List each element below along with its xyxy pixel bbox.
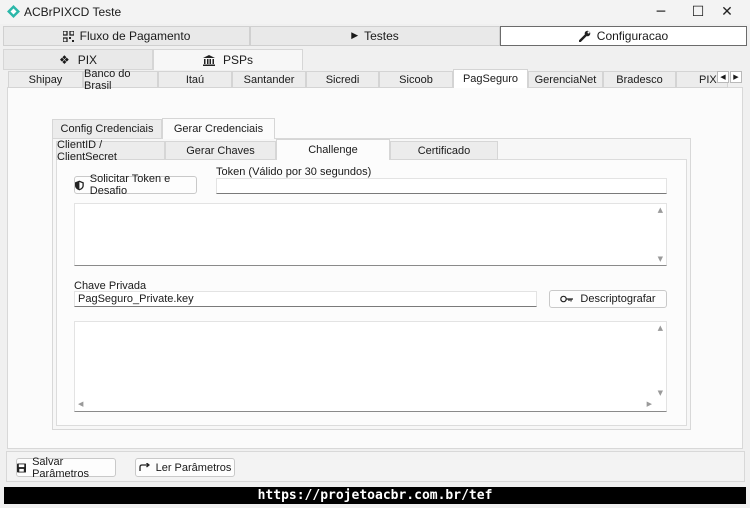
psp-tab-sicredi[interactable]: Sicredi xyxy=(306,71,379,88)
tab-gerar-credenciais[interactable]: Gerar Credenciais xyxy=(162,118,275,139)
shield-icon xyxy=(75,180,84,190)
wrench-icon xyxy=(578,30,591,42)
ler-parametros-button[interactable]: Ler Parâmetros xyxy=(135,458,235,477)
tab-label: Sicoob xyxy=(399,73,433,86)
tab-label: Banco do Brasil xyxy=(84,67,131,92)
tab-label: Gerar Credenciais xyxy=(173,123,264,135)
tab-gerar-chaves[interactable]: Gerar Chaves xyxy=(165,141,276,160)
scroll-left-icon[interactable]: ◀ xyxy=(78,400,83,408)
psp-tab-pagseguro[interactable]: PagSeguro xyxy=(453,69,528,88)
decrypted-memo[interactable]: ▲ ▼ ◀ ▶ xyxy=(74,321,667,412)
tab-label: Challenge xyxy=(308,144,358,156)
tab-label: Certificado xyxy=(417,144,471,157)
bank-icon xyxy=(202,54,215,66)
return-arrow-icon xyxy=(138,463,150,471)
tab-label: Configuracao xyxy=(596,29,669,43)
psp-tab-santander[interactable]: Santander xyxy=(232,71,306,88)
tab-label: Santander xyxy=(243,73,295,86)
tab-clientid-clientsecret[interactable]: ClientID / ClientSecret xyxy=(56,138,165,163)
tab-certificado[interactable]: Certificado xyxy=(390,141,498,160)
scroll-right-icon[interactable]: ▶ xyxy=(647,400,652,408)
save-icon xyxy=(17,462,27,473)
button-label: Ler Parâmetros xyxy=(155,461,232,474)
tab-scroll-right[interactable]: ▶ xyxy=(730,71,742,83)
tab-label: Sicredi xyxy=(325,73,360,86)
app-logo-icon xyxy=(7,5,20,18)
tab-scroll-left[interactable]: ◀ xyxy=(717,71,729,83)
scroll-up-icon[interactable]: ▲ xyxy=(658,206,663,214)
tab-configuracao[interactable]: Configuracao xyxy=(500,26,747,46)
psp-tab-banco-do-brasil[interactable]: Banco do Brasil xyxy=(83,68,158,92)
psp-tab-sicoob[interactable]: Sicoob xyxy=(379,71,453,88)
button-label: Descriptografar xyxy=(580,293,656,305)
tab-label: Bradesco xyxy=(616,73,663,86)
arrow-left-icon: ◀ xyxy=(720,73,726,81)
footer-link[interactable]: https://projetoacbr.com.br/tef xyxy=(4,487,746,504)
footer-text: https://projetoacbr.com.br/tef xyxy=(257,488,493,503)
tab-psps[interactable]: PSPs xyxy=(153,49,303,70)
scroll-down-icon[interactable]: ▼ xyxy=(658,389,663,397)
tab-label: Testes xyxy=(364,29,399,43)
solicitar-token-button[interactable]: Solicitar Token e Desafio xyxy=(74,173,197,197)
tab-label: PagSeguro xyxy=(462,73,519,85)
psp-tab-shipay[interactable]: Shipay xyxy=(8,71,83,88)
bottom-toolbar xyxy=(6,451,745,482)
tab-label: PSPs xyxy=(222,53,253,67)
tab-testes[interactable]: ▶ Testes xyxy=(250,26,500,46)
psp-tab-gerencianet[interactable]: GerenciaNet xyxy=(528,71,603,88)
close-button[interactable]: ✕ xyxy=(704,0,750,24)
button-label: Salvar Parâmetros xyxy=(32,455,89,480)
minimize-icon: ─ xyxy=(656,4,666,20)
tab-label: ClientID / ClientSecret xyxy=(57,138,117,163)
token-input[interactable] xyxy=(216,178,667,194)
challenge-memo[interactable]: ▲ ▼ xyxy=(74,203,667,266)
salvar-parametros-button[interactable]: Salvar Parâmetros xyxy=(16,455,116,480)
scroll-down-icon[interactable]: ▼ xyxy=(658,255,663,263)
tab-fluxo-pagamento[interactable]: Fluxo de Pagamento xyxy=(3,26,250,46)
tab-challenge[interactable]: Challenge xyxy=(276,139,390,160)
scroll-up-icon[interactable]: ▲ xyxy=(658,324,663,332)
button-label: Solicitar Token e Desafio xyxy=(89,173,171,197)
key-icon xyxy=(560,295,574,303)
descriptografar-button[interactable]: Descriptografar xyxy=(549,290,667,308)
tab-label: Fluxo de Pagamento xyxy=(79,29,191,43)
pix-icon: ❖ xyxy=(58,52,70,67)
title-bar: ACBrPIXCD Teste ─ ☐ ✕ xyxy=(0,0,750,24)
window-title: ACBrPIXCD Teste xyxy=(24,5,122,19)
chave-privada-input[interactable]: PagSeguro_Private.key xyxy=(74,291,537,307)
tab-label: PIX xyxy=(77,52,98,67)
token-label: Token (Válido por 30 segundos) xyxy=(216,166,372,178)
close-icon: ✕ xyxy=(721,4,733,20)
psp-tab-itau[interactable]: Itaú xyxy=(158,71,232,88)
tab-label: Shipay xyxy=(28,73,63,86)
maximize-icon: ☐ xyxy=(691,4,705,20)
tab-label: Config Credenciais xyxy=(60,123,154,135)
arrow-right-icon: ▶ xyxy=(733,73,739,81)
play-icon: ▶ xyxy=(351,31,359,41)
tab-label: GerenciaNet xyxy=(534,73,597,86)
psp-tab-bradesco[interactable]: Bradesco xyxy=(603,71,676,88)
tab-config-credenciais[interactable]: Config Credenciais xyxy=(52,119,162,139)
tab-label: Itaú xyxy=(185,73,205,86)
qr-icon xyxy=(62,30,74,42)
tab-label: Gerar Chaves xyxy=(186,144,255,157)
